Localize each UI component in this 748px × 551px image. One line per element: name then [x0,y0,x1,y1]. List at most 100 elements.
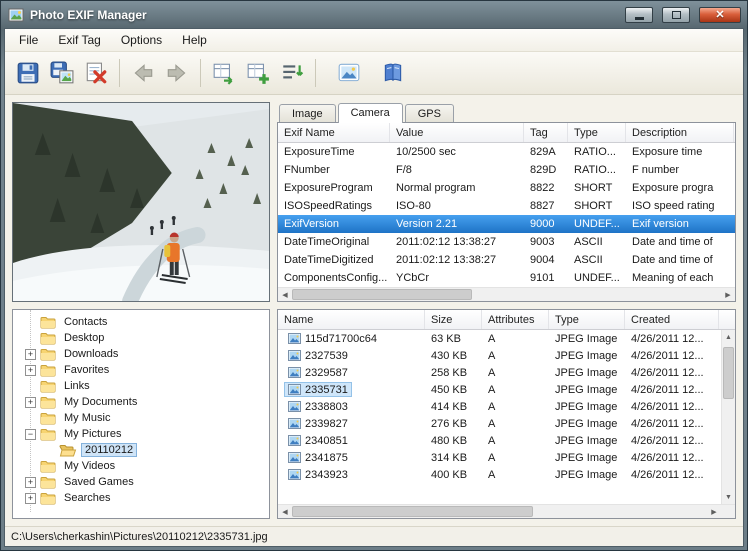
scroll-left-icon[interactable]: ◀ [278,505,292,518]
tree-item-my-music[interactable]: My Music [13,410,269,426]
scroll-track[interactable] [292,288,721,301]
scroll-right-icon[interactable]: ▶ [707,505,721,518]
scroll-down-icon[interactable]: ▼ [722,490,735,504]
tab-image[interactable]: Image [279,104,336,122]
tree-item-saved-games[interactable]: + Saved Games [13,474,269,490]
menu-item-exif-tag[interactable]: Exif Tag [48,30,110,50]
exif-row[interactable]: ComponentsConfig...YCbCr9101UNDEF...Mean… [278,269,735,287]
tree-item-20110212[interactable]: 20110212 [13,442,269,458]
menu-item-file[interactable]: File [9,30,48,50]
file-row[interactable]: 2341875314 KBAJPEG Image4/26/2011 12... [278,449,721,466]
add-exif-tag-button[interactable] [241,56,275,90]
menu-item-help[interactable]: Help [172,30,217,50]
exif-horizontal-scrollbar[interactable]: ◀ ▶ [278,287,735,301]
column-header-exif-name[interactable]: Exif Name [278,123,390,142]
tree-item-desktop[interactable]: Desktop [13,330,269,346]
save-button[interactable] [11,56,45,90]
file-horizontal-scrollbar[interactable]: ◀ ▶ [278,504,721,518]
edit-exif-tag-button[interactable] [207,56,241,90]
tab-camera[interactable]: Camera [338,103,403,123]
scroll-thumb[interactable] [292,289,472,300]
expand-plus-icon[interactable]: + [25,349,36,360]
content-area: ImageCameraGPS Exif NameValueTagTypeDesc… [5,95,743,526]
jpeg-thumbnail-icon [288,333,301,344]
column-header-description[interactable]: Description [626,123,734,142]
expand-plus-icon[interactable]: + [25,397,36,408]
exif-row[interactable]: DateTimeOriginal2011:02:12 13:38:279003A… [278,233,735,251]
tree-item-searches[interactable]: + Searches [13,490,269,506]
column-header-value[interactable]: Value [390,123,524,142]
scroll-thumb[interactable] [723,347,734,400]
cell-type: JPEG Image [549,432,625,449]
column-header-attributes[interactable]: Attributes [482,310,549,329]
title-bar[interactable]: Photo EXIF Manager ✕ [4,4,744,28]
save-image-button[interactable] [45,56,79,90]
tree-item-my-pictures[interactable]: − My Pictures [13,426,269,442]
column-header-size[interactable]: Size [425,310,482,329]
help-button[interactable] [376,56,410,90]
window-title: Photo EXIF Manager [30,8,616,22]
scroll-thumb[interactable] [292,506,533,517]
exif-row[interactable]: ExposureTime10/2500 sec829ARATIO...Expos… [278,143,735,161]
minimize-button[interactable] [625,7,653,23]
exif-row[interactable]: DateTimeDigitized2011:02:12 13:38:279004… [278,251,735,269]
exif-row[interactable]: ISOSpeedRatingsISO-808827SHORTISO speed … [278,197,735,215]
file-row[interactable]: 2343923400 KBAJPEG Image4/26/2011 12... [278,466,721,483]
tree-label: My Music [60,411,114,425]
cell-created: 4/26/2011 12... [625,381,719,398]
expand-plus-icon[interactable]: + [25,493,36,504]
menu-item-options[interactable]: Options [111,30,172,50]
cell-attributes: A [482,449,549,466]
expand-plus-icon[interactable]: + [25,477,36,488]
file-row[interactable]: 2335731450 KBAJPEG Image4/26/2011 12... [278,381,721,398]
save-image-icon [50,61,74,85]
column-header-type[interactable]: Type [568,123,626,142]
scroll-up-icon[interactable]: ▲ [722,330,735,344]
scroll-right-icon[interactable]: ▶ [721,288,735,301]
tree-item-downloads[interactable]: + Downloads [13,346,269,362]
column-header-type[interactable]: Type [549,310,625,329]
photo-viewer-button[interactable] [332,56,366,90]
minimize-icon [635,17,644,20]
cell-type: JPEG Image [549,364,625,381]
file-row[interactable]: 2339827276 KBAJPEG Image4/26/2011 12... [278,415,721,432]
scroll-track[interactable] [292,505,707,518]
cell-created: 4/26/2011 12... [625,432,719,449]
column-header-created[interactable]: Created [625,310,719,329]
column-header-tag[interactable]: Tag [524,123,568,142]
folder-icon [40,364,56,377]
forward-button[interactable] [160,56,194,90]
tree-item-my-documents[interactable]: + My Documents [13,394,269,410]
scroll-left-icon[interactable]: ◀ [278,288,292,301]
file-row[interactable]: 2327539430 KBAJPEG Image4/26/2011 12... [278,347,721,364]
file-row[interactable]: 2340851480 KBAJPEG Image4/26/2011 12... [278,432,721,449]
cell-name: 115d71700c64 [278,330,425,347]
exif-row[interactable]: ExposureProgramNormal program8822SHORTEx… [278,179,735,197]
exif-row[interactable]: FNumberF/8829DRATIO...F number [278,161,735,179]
exif-row[interactable]: ExifVersionVersion 2.219000UNDEF...Exif … [278,215,735,233]
scroll-track[interactable] [722,344,735,490]
collapse-minus-icon[interactable]: − [25,429,36,440]
cell-name: 2338803 [278,398,425,415]
file-row[interactable]: 115d71700c6463 KBAJPEG Image4/26/2011 12… [278,330,721,347]
exif-tag-list-button[interactable] [275,56,309,90]
expand-plus-icon[interactable]: + [25,365,36,376]
tree-item-my-videos[interactable]: My Videos [13,458,269,474]
back-button[interactable] [126,56,160,90]
exif-table-body: ExposureTime10/2500 sec829ARATIO...Expos… [278,143,735,287]
client-area: FileExif TagOptionsHelp [4,28,744,547]
file-row[interactable]: 2338803414 KBAJPEG Image4/26/2011 12... [278,398,721,415]
forward-arrow-icon [165,61,189,85]
tree-item-contacts[interactable]: Contacts [13,314,269,330]
tree-item-links[interactable]: Links [13,378,269,394]
close-button[interactable]: ✕ [699,7,741,23]
maximize-icon [672,11,681,19]
column-header-name[interactable]: Name [278,310,425,329]
file-row[interactable]: 2329587258 KBAJPEG Image4/26/2011 12... [278,364,721,381]
delete-exif-button[interactable] [79,56,113,90]
file-vertical-scrollbar[interactable]: ▲ ▼ [721,330,735,504]
tree-item-favorites[interactable]: + Favorites [13,362,269,378]
maximize-button[interactable] [662,7,690,23]
jpeg-thumbnail-icon [288,401,301,412]
tab-gps[interactable]: GPS [405,104,454,122]
